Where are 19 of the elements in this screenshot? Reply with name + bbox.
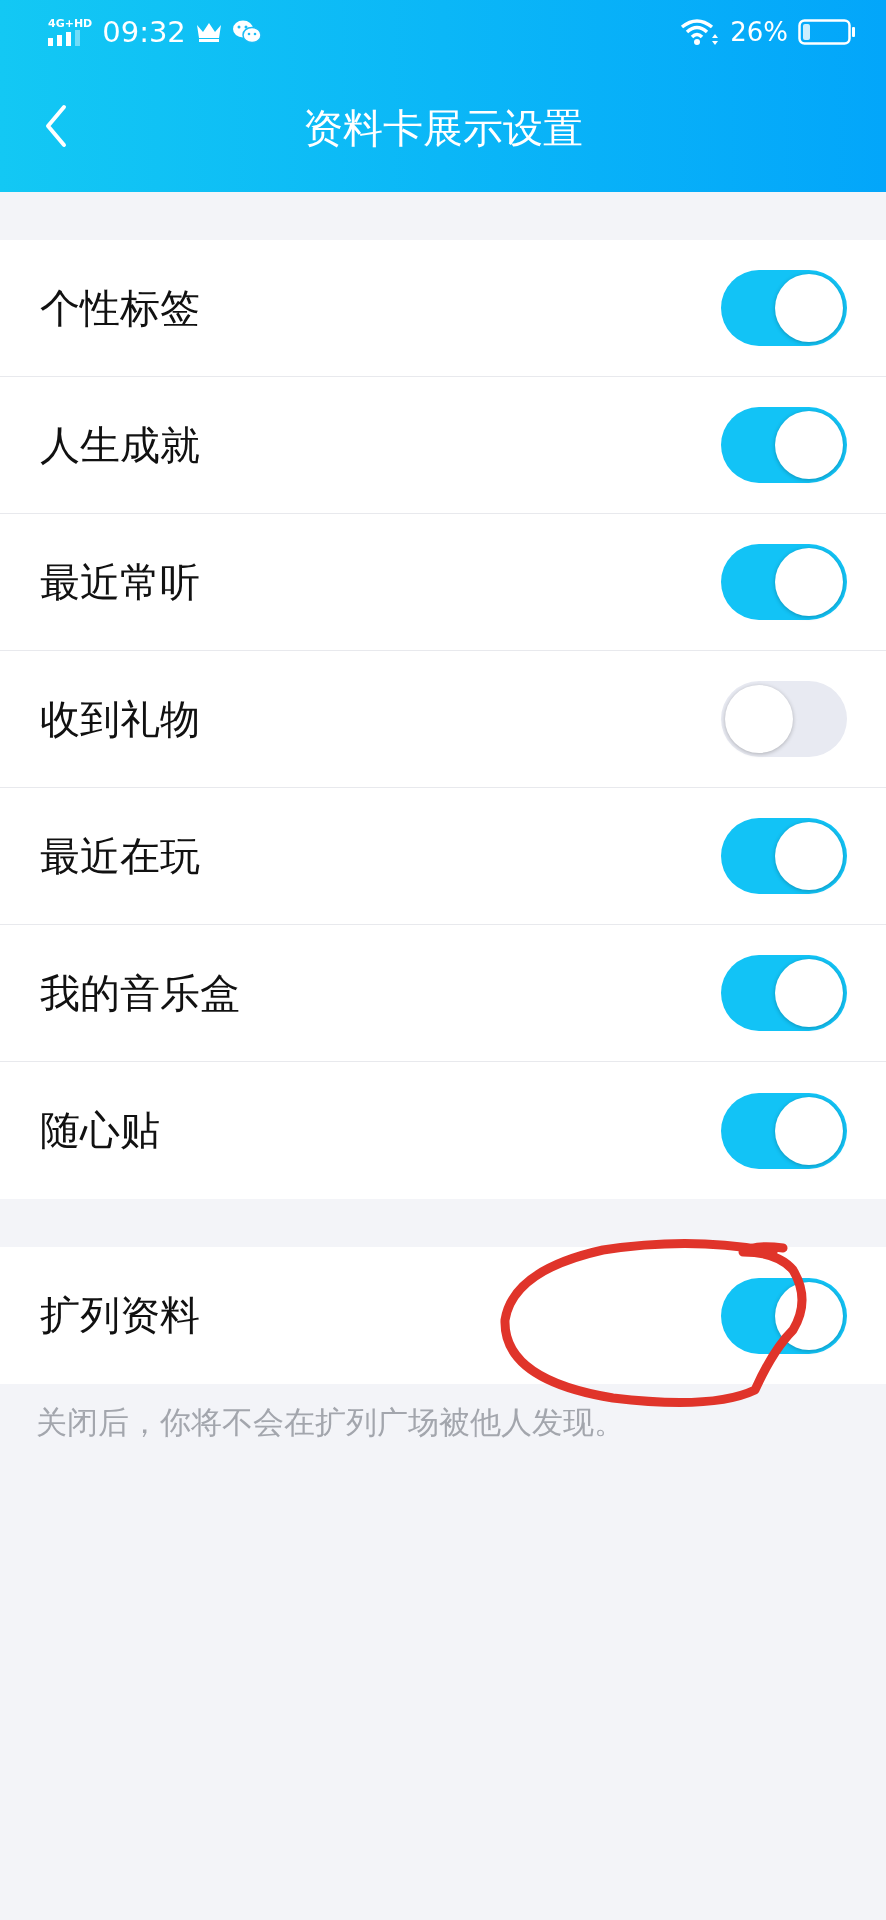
setting-label: 扩列资料 <box>40 1291 200 1340</box>
battery-percent: 26% <box>730 17 788 47</box>
clock: 09:32 <box>102 15 186 49</box>
battery-icon <box>798 19 856 45</box>
chat-bubbles-icon <box>231 19 262 45</box>
back-icon[interactable] <box>44 104 68 148</box>
network-label: 4G+HD <box>48 18 93 30</box>
setting-label: 收到礼物 <box>40 694 200 744</box>
page-title: 资料卡展示设置 <box>303 103 583 153</box>
setting-label: 个性标签 <box>40 283 200 333</box>
setting-label: 最近在玩 <box>40 831 200 881</box>
setting-label: 人生成就 <box>40 420 200 470</box>
hint-text: 关闭后，你将不会在扩列广场被他人发现。 <box>36 1403 626 1442</box>
signal-icon <box>48 30 82 46</box>
setting-label: 随心贴 <box>40 1106 160 1155</box>
setting-label: 我的音乐盒 <box>40 968 240 1018</box>
wifi-icon <box>680 18 721 46</box>
setting-label: 最近常听 <box>40 557 200 607</box>
crown-icon <box>195 22 222 42</box>
